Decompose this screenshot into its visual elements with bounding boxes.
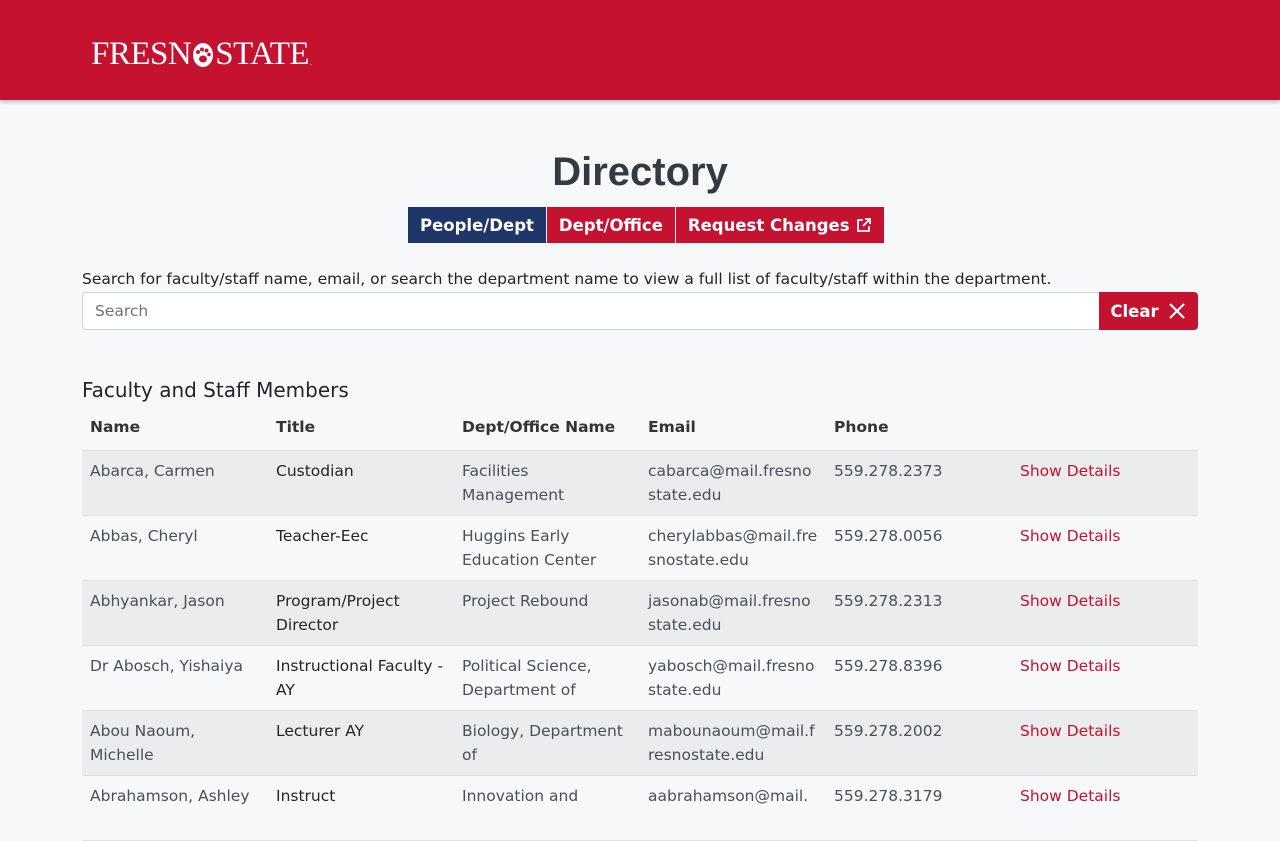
cell-name: Abhyankar, Jason — [82, 580, 268, 646]
cell-phone: 559.278.8396 — [826, 645, 1012, 711]
cell-action: Show Details — [1012, 645, 1198, 711]
tab-people-dept[interactable]: People/Dept — [408, 207, 547, 243]
cell-dept: Facilities Management — [454, 450, 640, 516]
cell-phone: 559.278.2373 — [826, 450, 1012, 516]
tab-label: People/Dept — [420, 215, 534, 235]
search-bar: Clear — [82, 292, 1198, 330]
table-row: Abou Naoum, Michelle Lecturer AY Biology… — [82, 710, 1198, 776]
table-row: Abarca, Carmen Custodian Facilities Mana… — [82, 450, 1198, 516]
cell-action: Show Details — [1012, 710, 1198, 776]
cell-email: yabosch@mail.fresnostate.edu — [640, 645, 826, 711]
show-details-link[interactable]: Show Details — [1020, 657, 1121, 675]
show-details-link[interactable]: Show Details — [1020, 592, 1121, 610]
table-row: Abbas, Cheryl Teacher-Eec Huggins Early … — [82, 515, 1198, 581]
cell-phone: 559.278.2002 — [826, 710, 1012, 776]
column-header-email[interactable]: Email — [640, 410, 826, 451]
table-row: Dr Abosch, Yishaiya Instructional Facult… — [82, 645, 1198, 711]
cell-phone: 559.278.0056 — [826, 515, 1012, 581]
column-header-dept[interactable]: Dept/Office Name — [454, 410, 640, 451]
external-link-icon — [856, 218, 871, 232]
cell-dept: Political Science, Department of — [454, 645, 640, 711]
show-details-link[interactable]: Show Details — [1020, 462, 1121, 480]
cell-title: Program/Project Director — [268, 580, 454, 646]
column-header-name[interactable]: Name — [82, 410, 268, 451]
fresno-state-logo[interactable]: FRESN STATE . — [91, 38, 312, 71]
cell-name: Abou Naoum, Michelle — [82, 710, 268, 776]
cell-action: Show Details — [1012, 775, 1198, 841]
cell-email: aabrahamson@mail. — [640, 775, 826, 841]
show-details-link[interactable]: Show Details — [1020, 722, 1121, 740]
close-icon — [1168, 303, 1185, 319]
show-details-link[interactable]: Show Details — [1020, 787, 1121, 805]
cell-name: Abbas, Cheryl — [82, 515, 268, 581]
cell-name: Dr Abosch, Yishaiya — [82, 645, 268, 711]
logo-trademark: . — [310, 58, 312, 67]
search-help-text: Search for faculty/staff name, email, or… — [82, 270, 1052, 288]
cell-title: Custodian — [268, 450, 454, 516]
cell-email: jasonab@mail.fresnostate.edu — [640, 580, 826, 646]
cell-title: Teacher-Eec — [268, 515, 454, 581]
table-row: Abhyankar, Jason Program/Project Directo… — [82, 580, 1198, 646]
search-input[interactable] — [82, 292, 1099, 330]
directory-tabs: People/Dept Dept/Office Request Changes — [408, 207, 884, 243]
cell-email: cabarca@mail.fresnostate.edu — [640, 450, 826, 516]
tab-dept-office[interactable]: Dept/Office — [546, 207, 676, 243]
clear-button[interactable]: Clear — [1099, 292, 1198, 330]
show-details-link[interactable]: Show Details — [1020, 527, 1121, 545]
site-header: FRESN STATE . — [0, 0, 1280, 100]
column-header-title[interactable]: Title — [268, 410, 454, 451]
cell-email: mabounaoum@mail.fresnostate.edu — [640, 710, 826, 776]
cell-phone: 559.278.2313 — [826, 580, 1012, 646]
cell-dept: Biology, Department of — [454, 710, 640, 776]
cell-phone: 559.278.3179 — [826, 775, 1012, 841]
paw-icon — [192, 42, 214, 68]
cell-dept: Huggins Early Education Center — [454, 515, 640, 581]
cell-title: Lecturer AY — [268, 710, 454, 776]
cell-dept: Project Rebound — [454, 580, 640, 646]
cell-name: Abarca, Carmen — [82, 450, 268, 516]
cell-title: Instruct — [268, 775, 454, 841]
cell-title: Instructional Faculty - AY — [268, 645, 454, 711]
cell-name: Abrahamson, Ashley — [82, 775, 268, 841]
tab-request-changes[interactable]: Request Changes — [675, 207, 884, 243]
table-row: Abrahamson, Ashley Instruct Innovation a… — [82, 775, 1198, 841]
logo-text-right: STATE — [215, 36, 310, 72]
clear-label: Clear — [1110, 301, 1159, 321]
cell-email: cherylabbas@mail.fresnostate.edu — [640, 515, 826, 581]
cell-action: Show Details — [1012, 450, 1198, 516]
column-header-actions — [1012, 410, 1198, 451]
section-title: Faculty and Staff Members — [82, 378, 349, 402]
column-header-phone[interactable]: Phone — [826, 410, 1012, 451]
cell-action: Show Details — [1012, 580, 1198, 646]
cell-action: Show Details — [1012, 515, 1198, 581]
table-header-row: Name Title Dept/Office Name Email Phone — [82, 410, 1198, 451]
page-title: Directory — [552, 150, 728, 194]
directory-table: Name Title Dept/Office Name Email Phone … — [82, 410, 1198, 841]
logo-text-left: FRESN — [91, 36, 192, 72]
cell-dept: Innovation and — [454, 775, 640, 841]
tab-label: Dept/Office — [558, 215, 663, 235]
tab-label: Request Changes — [687, 215, 850, 235]
